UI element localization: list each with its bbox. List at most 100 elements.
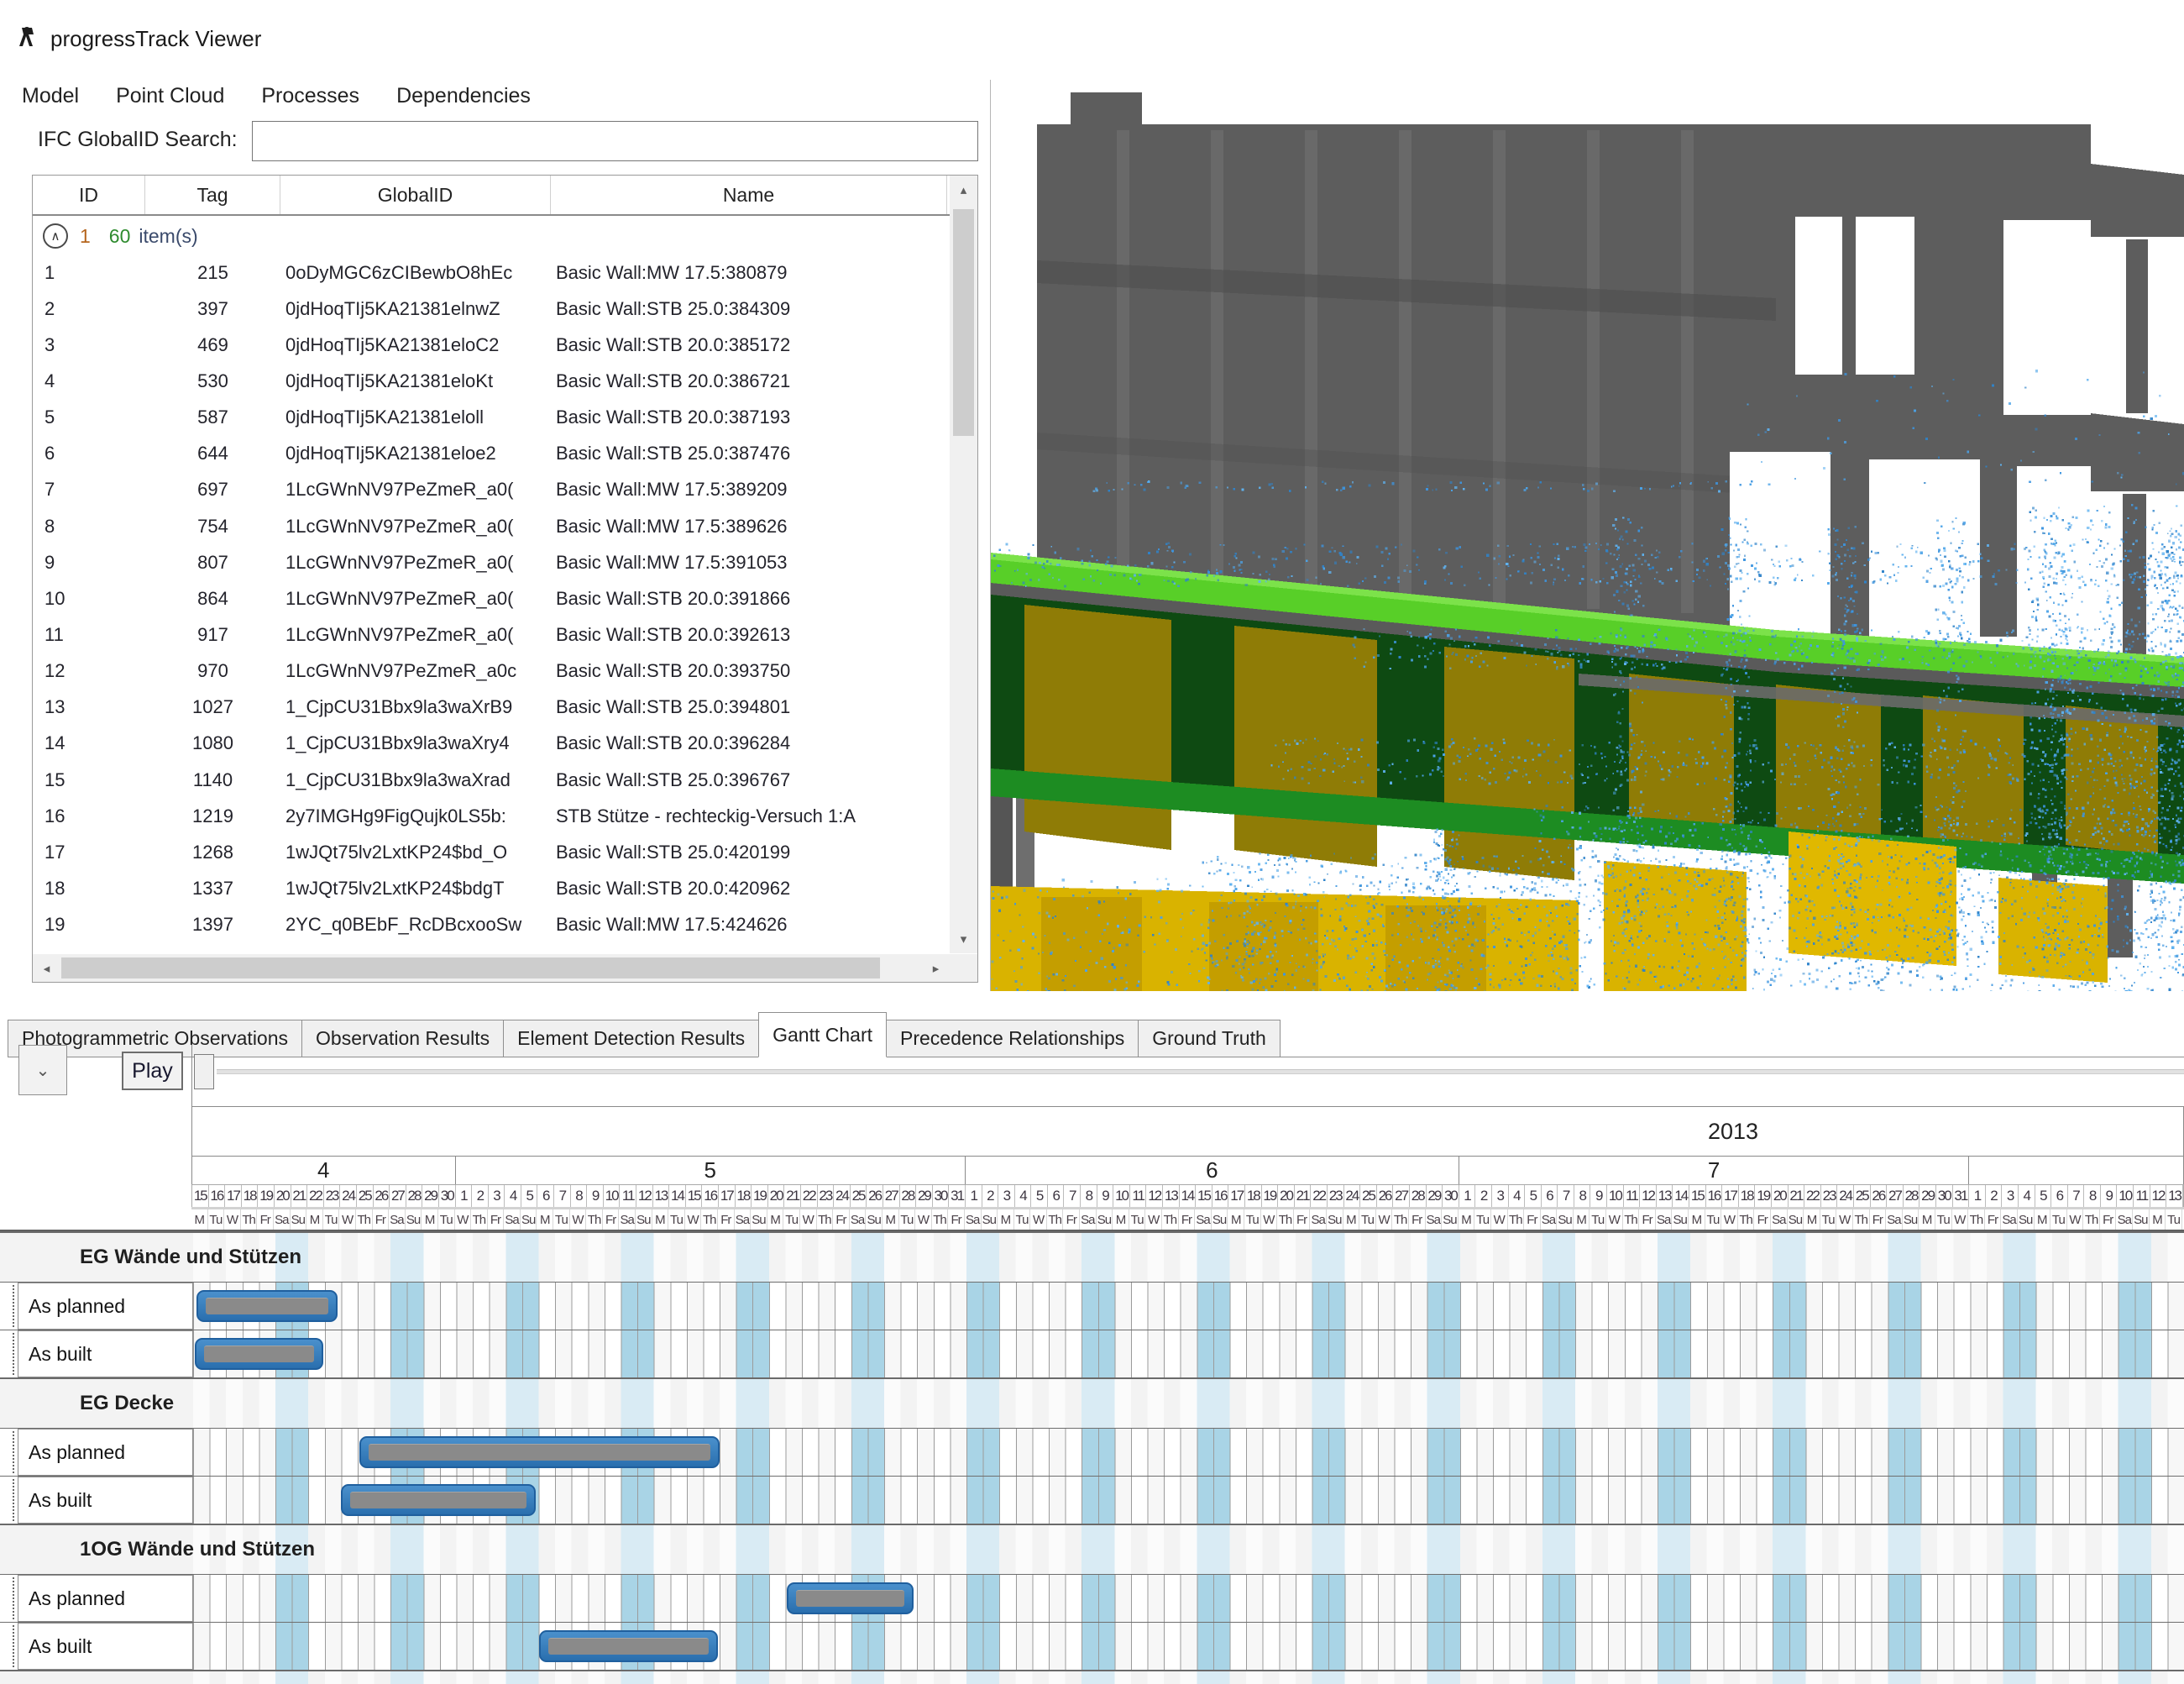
model-3d-viewport[interactable] <box>991 50 2184 991</box>
row-drag-handle[interactable] <box>13 1333 14 1375</box>
table-row[interactable]: 1813371wJQt75lv2LxtKP24$bdgTBasic Wall:S… <box>33 871 950 907</box>
hscroll-thumb[interactable] <box>61 957 880 978</box>
gantt-day-cell: 16 <box>1212 1185 1229 1207</box>
gantt-bar-as-built[interactable] <box>341 1484 535 1516</box>
column-header-id[interactable]: ID <box>33 176 145 214</box>
table-row[interactable]: 45300jdHoqTIj5KA21381eloKtBasic Wall:STB… <box>33 363 950 399</box>
row-drag-handle[interactable] <box>13 1285 14 1327</box>
cell-name: Basic Wall:MW 17.5:389209 <box>551 472 947 508</box>
row-drag-handle[interactable] <box>13 1625 14 1667</box>
scroll-up-icon[interactable]: ▴ <box>950 176 977 204</box>
table-row[interactable]: 76971LcGWnNV97PeZmeR_a0(Basic Wall:MW 17… <box>33 472 950 508</box>
gantt-bar-as-planned[interactable] <box>787 1582 914 1614</box>
gantt-weekday-cell: Sa <box>1426 1209 1443 1230</box>
cell-tag: 1027 <box>145 690 280 726</box>
column-header-name[interactable]: Name <box>551 176 947 214</box>
table-hscrollbar[interactable]: ◂ ▸ <box>33 954 950 982</box>
gantt-day-cell: 6 <box>2051 1185 2068 1207</box>
table-row[interactable]: 23970jdHoqTIj5KA21381elnwZBasic Wall:STB… <box>33 291 950 327</box>
scroll-right-icon[interactable]: ▸ <box>922 954 950 982</box>
tab-precedence-relationships[interactable]: Precedence Relationships <box>886 1020 1139 1057</box>
gantt-day-cell: 26 <box>1871 1185 1888 1207</box>
column-header-globalid[interactable]: GlobalID <box>280 176 551 214</box>
gantt-day-cell: 28 <box>1410 1185 1427 1207</box>
gantt-weekday-cell: W <box>1836 1209 1853 1230</box>
time-slider-thumb[interactable] <box>194 1054 214 1089</box>
table-row[interactable]: 98071LcGWnNV97PeZmeR_a0(Basic Wall:MW 17… <box>33 544 950 580</box>
cell-id: 11 <box>33 617 145 653</box>
gantt-row-eg-decke-as-built: As built <box>0 1476 2184 1524</box>
gantt-weekday-cell: Su <box>406 1209 422 1230</box>
tab-element-detection-results[interactable]: Element Detection Results <box>503 1020 759 1057</box>
table-vscrollbar[interactable]: ▴ ▾ <box>950 176 977 953</box>
gantt-day-cell: 10 <box>2117 1185 2134 1207</box>
gantt-day-cell: 5 <box>1031 1185 1048 1207</box>
gantt-day-cell: 10 <box>1113 1185 1130 1207</box>
gantt-weekday-cell: Tu <box>2050 1209 2067 1230</box>
play-button[interactable]: Play <box>122 1052 183 1090</box>
group-count: 60 <box>109 225 131 248</box>
tab-gantt-chart[interactable]: Gantt Chart <box>758 1012 887 1057</box>
table-row[interactable]: 12150oDyMGC6zCIBewbO8hEcBasic Wall:MW 17… <box>33 254 950 291</box>
table-row[interactable]: 55870jdHoqTIj5KA21381elollBasic Wall:STB… <box>33 400 950 436</box>
cell-tag: 587 <box>145 400 280 436</box>
gantt-day-cell: 8 <box>1574 1185 1591 1207</box>
gantt-row-timeline <box>193 1429 2184 1476</box>
table-row[interactable]: 1712681wJQt75lv2LxtKP24$bd_OBasic Wall:S… <box>33 834 950 870</box>
gantt-day-cell: 28 <box>900 1185 917 1207</box>
gantt-day-cell: 28 <box>1904 1185 1920 1207</box>
table-row[interactable]: 1410801_CjpCU31Bbx9la3waXry4Basic Wall:S… <box>33 726 950 762</box>
gantt-weekday-cell: Th <box>1853 1209 1870 1230</box>
tab-observation-results[interactable]: Observation Results <box>301 1020 504 1057</box>
table-row[interactable]: 34690jdHoqTIj5KA21381eloC2Basic Wall:STB… <box>33 327 950 363</box>
table-row[interactable]: 1511401_CjpCU31Bbx9la3waXradBasic Wall:S… <box>33 762 950 798</box>
gantt-day-cell: 19 <box>1755 1185 1772 1207</box>
gantt-options-dropdown[interactable]: ⌄ <box>18 1045 67 1095</box>
cell-id: 3 <box>33 327 145 363</box>
row-drag-handle[interactable] <box>13 1577 14 1619</box>
search-input[interactable] <box>252 121 978 161</box>
cell-globalid: 1LcGWnNV97PeZmeR_a0( <box>280 508 551 544</box>
table-row[interactable]: 66440jdHoqTIj5KA21381eloe2Basic Wall:STB… <box>33 436 950 472</box>
menu-item-processes[interactable]: Processes <box>261 84 359 118</box>
gantt-day-cell: 2 <box>1475 1185 1492 1207</box>
table-row[interactable]: 1913972YC_q0BEbF_RcDBcxooSwBasic Wall:MW… <box>33 907 950 943</box>
time-slider-track[interactable] <box>217 1069 2184 1074</box>
menu-item-dependencies[interactable]: Dependencies <box>396 84 531 118</box>
table-row[interactable]: 87541LcGWnNV97PeZmeR_a0(Basic Wall:MW 17… <box>33 508 950 544</box>
table-row[interactable]: 1612192y7IMGHg9FigQujk0LS5b:STB Stütze -… <box>33 798 950 834</box>
gantt-weekday-cell: Sa <box>965 1209 982 1230</box>
table-group-row[interactable]: ∧ 1 60 item(s) <box>33 218 950 254</box>
gantt-weekday-cell: Th <box>932 1209 949 1230</box>
table-row[interactable]: 2014502YC_q0BEbF_RcDBcxooSwBasic Wall:ST… <box>33 943 950 953</box>
gantt-day-cell: 24 <box>1837 1185 1854 1207</box>
gantt-day-cell: 4 <box>1509 1185 1526 1207</box>
menu-item-point-cloud[interactable]: Point Cloud <box>116 84 224 118</box>
gantt-row-timeline <box>193 1330 2184 1377</box>
gantt-bar-as-built[interactable] <box>195 1338 323 1370</box>
scroll-down-icon[interactable]: ▾ <box>950 925 977 953</box>
gantt-day-cell: 13 <box>2166 1185 2183 1207</box>
gantt-day-cell: 26 <box>374 1185 390 1207</box>
table-row[interactable]: 129701LcGWnNV97PeZmeR_a0cBasic Wall:STB … <box>33 653 950 690</box>
cell-globalid: 0jdHoqTIj5KA21381elnwZ <box>280 291 551 327</box>
row-drag-handle[interactable] <box>13 1431 14 1473</box>
table-row[interactable]: 108641LcGWnNV97PeZmeR_a0(Basic Wall:STB … <box>33 580 950 616</box>
collapse-group-icon[interactable]: ∧ <box>43 223 68 249</box>
scroll-left-icon[interactable]: ◂ <box>33 954 60 982</box>
gantt-bar-as-built[interactable] <box>539 1630 719 1662</box>
menu-item-model[interactable]: Model <box>22 84 79 118</box>
table-row[interactable]: 119171LcGWnNV97PeZmeR_a0(Basic Wall:STB … <box>33 617 950 653</box>
gantt-bar-as-planned[interactable] <box>196 1290 338 1322</box>
column-header-tag[interactable]: Tag <box>145 176 280 214</box>
vscroll-thumb[interactable] <box>953 209 974 436</box>
gantt-weekday-cell: W <box>915 1209 932 1230</box>
row-drag-handle[interactable] <box>13 1479 14 1521</box>
gantt-weekday-cell: Su <box>751 1209 767 1230</box>
gantt-bar-as-planned[interactable] <box>359 1436 720 1468</box>
tab-ground-truth[interactable]: Ground Truth <box>1138 1020 1281 1057</box>
table-row[interactable]: 1310271_CjpCU31Bbx9la3waXrB9Basic Wall:S… <box>33 690 950 726</box>
gantt-day-cell: 14 <box>669 1185 686 1207</box>
gantt-day-cell: 15 <box>1689 1185 1706 1207</box>
gantt-month-next <box>1969 1157 2183 1184</box>
